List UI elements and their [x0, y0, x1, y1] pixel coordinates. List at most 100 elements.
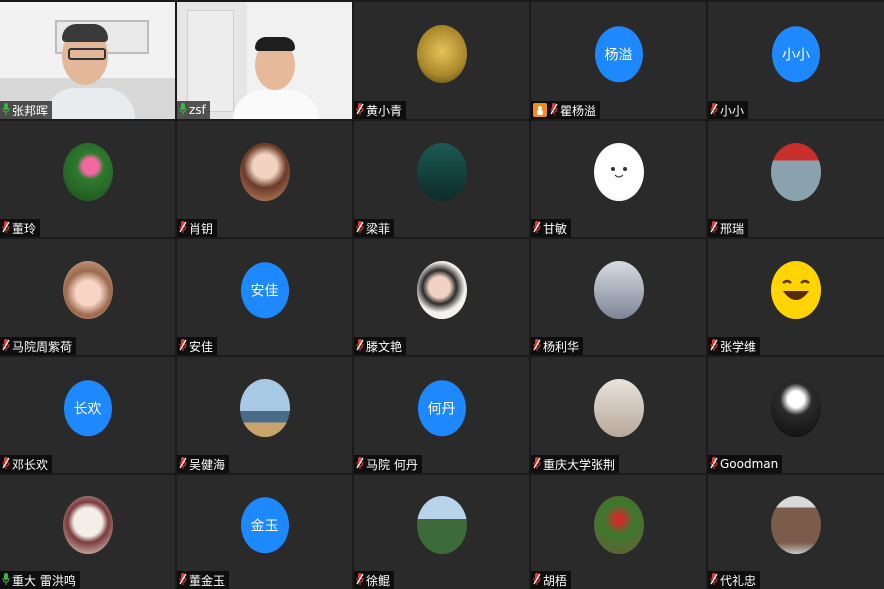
participant-name-label: 马院周紫荷: [0, 337, 77, 355]
anime-girl-avatar: [239, 143, 290, 202]
participant-tile[interactable]: 杨利华: [531, 239, 706, 355]
person-body: [233, 90, 319, 119]
participant-tile[interactable]: 安佳 安佳: [177, 239, 352, 355]
participant-name-label: 吴健海: [177, 455, 230, 473]
participant-name: 滕文艳: [366, 339, 403, 354]
participant-name: 杨利华: [543, 339, 580, 354]
microphone-muted-icon: [179, 220, 189, 236]
umbrella-street-avatar: [771, 143, 821, 202]
participant-name-label: 瞿杨溢: [531, 101, 601, 119]
participant-name: 马院 何丹: [366, 457, 418, 472]
participant-tile[interactable]: 邢瑞: [708, 121, 884, 237]
participant-tile[interactable]: 杨溢 瞿杨溢: [531, 2, 706, 119]
girl-in-alley-avatar: [593, 379, 644, 438]
participant-name: 小小: [720, 103, 745, 118]
ink-painting-avatar: [62, 496, 113, 555]
participant-name: zsf: [189, 103, 206, 117]
participant-name-label: 杨利华: [531, 337, 584, 355]
person-hair: [62, 24, 108, 42]
participant-tile[interactable]: 重庆大学张荆: [531, 357, 706, 473]
microphone-muted-icon: [533, 456, 543, 472]
microphone-muted-icon: [356, 338, 366, 354]
microphone-muted-icon: [710, 338, 720, 354]
girl-portrait-avatar: [593, 261, 644, 320]
participant-tile[interactable]: 长欢 邓长欢: [0, 357, 175, 473]
raise-hand-icon: [533, 103, 547, 117]
participant-tile[interactable]: 肖钥: [177, 121, 352, 237]
participant-name-label: zsf: [177, 101, 210, 119]
microphone-muted-icon: [710, 456, 720, 472]
participant-name-label: 董玲: [0, 219, 41, 237]
participant-name-label: 肖钥: [177, 219, 218, 237]
participant-tile[interactable]: 马院周紫荷: [0, 239, 175, 355]
participant-name: 徐鲲: [366, 573, 391, 588]
person-body: [45, 88, 135, 119]
microphone-muted-icon: [356, 102, 366, 118]
participant-name: 胡梧: [543, 573, 568, 588]
participant-tile[interactable]: 甘敏: [531, 121, 706, 237]
participant-tile[interactable]: 金玉董金玉: [177, 475, 352, 589]
participant-name: 马院周紫荷: [12, 339, 73, 354]
microphone-muted-icon: [179, 456, 189, 472]
participant-tile[interactable]: 黄小青: [354, 2, 529, 119]
mountain-landscape-avatar: [416, 496, 467, 555]
avatar-initials: 安佳: [240, 262, 289, 319]
fruit-tree-avatar: [593, 496, 644, 555]
microphone-muted-icon: [533, 572, 543, 588]
microphone-icon: [179, 102, 189, 118]
lotus-flower-avatar: [62, 143, 113, 202]
avatar-initials: 金玉: [240, 497, 289, 554]
participant-name: 重大 雷洪鸣: [12, 573, 76, 588]
participant-tile[interactable]: 徐鲲: [354, 475, 529, 589]
door-panel: [187, 10, 234, 112]
person-glasses: [68, 48, 106, 60]
participant-tile[interactable]: 胡梧: [531, 475, 706, 589]
microphone-muted-icon: [710, 220, 720, 236]
laughing-face-icon: [782, 279, 810, 301]
cute-face-icon: [610, 167, 627, 178]
person-hair: [255, 37, 295, 51]
participant-name: 安佳: [189, 339, 214, 354]
participant-name-label: 张学维: [708, 337, 761, 355]
participant-tile[interactable]: 张邦晖: [0, 2, 175, 119]
participant-tile[interactable]: 董玲: [0, 121, 175, 237]
participant-tile[interactable]: 张学维: [708, 239, 884, 355]
participant-tile[interactable]: 吴健海: [177, 357, 352, 473]
participant-tile[interactable]: 重大 雷洪鸣: [0, 475, 175, 589]
participant-tile[interactable]: Goodman: [708, 357, 884, 473]
microphone-muted-icon: [179, 572, 189, 588]
participant-name: 肖钥: [189, 221, 214, 236]
microphone-muted-icon: [356, 456, 366, 472]
participant-tile[interactable]: zsf: [177, 2, 352, 119]
participant-name-label: 邓长欢: [0, 455, 53, 473]
participant-tile[interactable]: 小小 小小: [708, 2, 884, 119]
cat-ears-girl-avatar: [62, 261, 113, 320]
participant-name: 黄小青: [366, 103, 403, 118]
participant-name-label: 邢瑞: [708, 219, 749, 237]
participant-name: 邢瑞: [720, 221, 745, 236]
golden-heart-avatar: [416, 24, 467, 83]
participant-name-label: 梁菲: [354, 219, 395, 237]
gallery-grid: 张邦晖 zsf 黄小青 杨溢 瞿杨溢 小小 小小 董玲 肖钥 梁菲 甘敏 邢瑞 马院周紫荷 安佳 安佳 滕文…: [0, 0, 884, 589]
participant-name: 张邦晖: [12, 103, 49, 118]
participant-name-label: 徐鲲: [354, 571, 395, 589]
participant-name: 代礼忠: [720, 573, 757, 588]
group-figures-avatar: [771, 496, 821, 555]
laughing-emoji-avatar: [771, 261, 821, 320]
participant-name: 董金玉: [189, 573, 226, 588]
avatar-initials: 小小: [772, 25, 820, 82]
microphone-muted-icon: [533, 220, 543, 236]
participant-name-label: 黄小青: [354, 101, 407, 119]
participant-name-label: 安佳: [177, 337, 218, 355]
microphone-icon: [2, 102, 12, 118]
participant-name-label: 重大 雷洪鸣: [0, 571, 80, 589]
participant-tile[interactable]: 代礼忠: [708, 475, 884, 589]
participant-name-label: 重庆大学张荆: [531, 455, 620, 473]
participant-name-label: Goodman: [708, 455, 783, 473]
participant-tile[interactable]: 梁菲: [354, 121, 529, 237]
participant-name-label: 张邦晖: [0, 101, 53, 119]
girl-black-dress-avatar: [416, 143, 467, 202]
participant-tile[interactable]: 滕文艳: [354, 239, 529, 355]
participant-tile[interactable]: 何丹 马院 何丹: [354, 357, 529, 473]
microphone-muted-icon: [533, 338, 543, 354]
